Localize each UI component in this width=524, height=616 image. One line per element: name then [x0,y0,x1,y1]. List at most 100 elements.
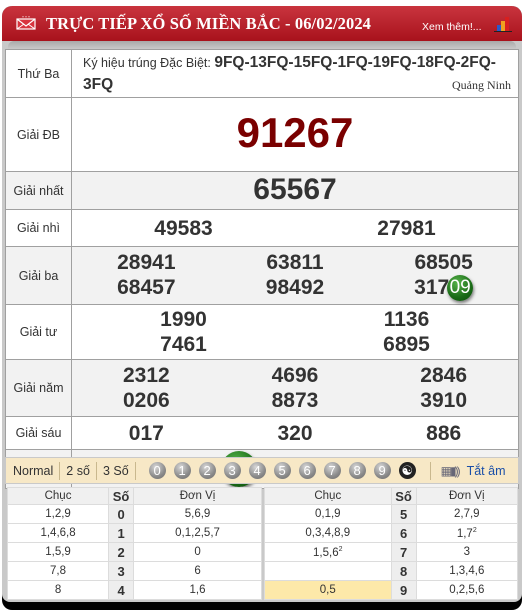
loto-row: 0,1,9 5 2,7,9 [264,504,519,524]
province-label: Quảng Ninh [452,78,511,92]
prize-number: 8873 [271,389,319,413]
units-header: Đơn Vị [415,487,519,505]
prize-number: 2312 [122,364,170,388]
loto-row: 1,4,6,8 1 0,1,2,5,7 [6,523,262,543]
prize-number: 886 [426,421,462,445]
symbol-label: Ký hiệu trúng Đặc Biệt: [83,56,211,70]
tens-header: Chục [6,487,110,505]
mode-2-digit-button[interactable]: 2 số [60,461,97,480]
prize-number: 2846 [420,364,468,388]
display-toolbar: Normal 2 số 3 Số 0 1 2 3 4 5 6 7 8 9 ☯ ▦… [5,457,519,484]
see-more-link[interactable]: Xem thêm!... [422,21,482,33]
prize-row-g6: Giải sáu 017 320 886 [5,416,519,451]
count-superscript: 2 [338,545,343,553]
digit-cell: 4 [108,580,135,600]
tens-cell: 7,8 [6,561,110,581]
speaker-icon[interactable]: ▦▮)) [441,464,461,478]
digit-cell: 9 [390,580,417,600]
tens-cell: 1,2,9 [6,504,110,524]
prize-number: 49583 [154,216,213,240]
loto-header-row: Chục Số Đơn Vị [264,487,519,505]
prize-label: Giải tư [5,304,72,361]
digit-header: Số [390,487,417,505]
tens-cell [264,561,392,581]
prize-number: 68505 [414,251,473,274]
prize-number: 27981 [377,216,436,240]
prize-row-g1: Giải nhất 65567 [5,171,519,210]
rolling-ball: 09 [447,275,474,302]
tens-cell: 1,4,6,8 [6,523,110,543]
units-cell: 2,7,9 [415,504,519,524]
mute-link[interactable]: Tắt âm [467,464,506,478]
digit-5-button[interactable]: 5 [273,462,291,479]
prize-label: Giải năm [5,359,72,418]
special-prize-number: 91267 [236,109,354,156]
mode-normal-button[interactable]: Normal [6,461,61,480]
digit-cell: 6 [390,523,417,543]
envelope-icon [16,16,36,30]
count-superscript: 2 [472,526,477,534]
tens-value: 1,5,6 [313,546,339,559]
prize-number: 017 [128,421,164,445]
loto-row: 1,5,9 2 0 [6,542,262,562]
results-panel: TRỰC TIẾP XỔ SỐ MIỀN BẮC - 06/02/2024 Xe… [2,6,522,602]
digit-2-button[interactable]: 2 [198,462,216,479]
tens-cell: 8 [6,580,110,600]
digit-7-button[interactable]: 7 [323,462,341,479]
digit-9-button[interactable]: 9 [373,462,391,479]
loto-row: 8 1,3,4,6 [264,561,519,581]
digit-8-button[interactable]: 8 [348,462,366,479]
tens-cell: 0,3,4,8,9 [264,523,392,543]
digit-cell: 3 [108,561,135,581]
prize-number: 3910 [420,389,468,413]
digit-cell: 8 [390,561,417,581]
header-shade [8,41,516,49]
prize-row-g4: Giải tư 1990 1136 7461 6895 [5,304,519,361]
prize-row-g5: Giải năm 2312 4696 2846 0206 8873 3910 [5,359,519,418]
units-header: Đơn Vị [133,487,262,505]
digit-header: Số [108,487,135,505]
prize-number: 65567 [253,173,337,206]
prize-number: 320 [277,421,313,445]
digit-cell: 1 [108,523,135,543]
tens-cell: 1,5,9 [6,542,110,562]
units-cell: 0 [133,542,262,562]
prize-row-g3: Giải ba 28941 63811 68505 68457 98492 31… [5,245,519,306]
digit-cell: 7 [390,542,417,562]
loto-header-row: Chục Số Đơn Vị [6,487,262,505]
bar-chart-icon[interactable] [494,16,512,32]
units-cell: 6 [133,561,262,581]
loto-row: 8 4 1,6 [6,580,262,600]
day-label: Thứ Ba [5,49,72,98]
digit-4-button[interactable]: 4 [248,462,266,479]
toolbar-divider [429,461,431,480]
page-title: TRỰC TIẾP XỔ SỐ MIỀN BẮC - 06/02/2024 [46,14,372,33]
prize-number: 1136 [383,308,430,332]
loto-row: 1,5,62 7 3 [264,542,519,562]
header-bar: TRỰC TIẾP XỔ SỐ MIỀN BẮC - 06/02/2024 Xe… [2,6,522,41]
number-prefix: 317 [414,276,450,299]
digit-0-button[interactable]: 0 [148,462,166,479]
loto-row: 7,8 3 6 [6,561,262,581]
prize-number: 68457 [117,276,176,299]
digit-6-button[interactable]: 6 [298,462,316,479]
mode-3-digit-button[interactable]: 3 Số [97,461,136,480]
prize-number: 98492 [265,276,325,299]
loto-table-left: Chục Số Đơn Vị 1,2,9 0 5,6,9 1,4,6,8 1 0,1,2… [6,487,262,600]
prize-label: Giải ĐB [5,97,72,172]
units-cell: 3 [415,542,519,562]
yin-yang-icon[interactable]: ☯ [398,462,416,479]
info-row: Thứ Ba Ký hiệu trúng Đặc Biệt: 9FQ-13FQ-… [5,49,519,98]
digit-3-button[interactable]: 3 [223,462,241,479]
prize-number: 4696 [271,364,319,388]
digit-filter: 0 1 2 3 4 5 6 7 8 9 ☯ [136,462,416,479]
loto-table-right: Chục Số Đơn Vị 0,1,9 5 2,7,9 0,3,4,8,9 6 1,7… [264,487,519,600]
units-cell: 5,6,9 [133,504,262,524]
prize-number: 7461 [160,333,207,357]
prize-label: Giải sáu [5,416,72,451]
digit-1-button[interactable]: 1 [173,462,191,479]
prize-number: 28941 [117,251,176,274]
units-cell: 1,6 [133,580,262,600]
prize-label: Giải ba [5,245,72,306]
units-cell: 1,3,4,6 [415,561,519,581]
